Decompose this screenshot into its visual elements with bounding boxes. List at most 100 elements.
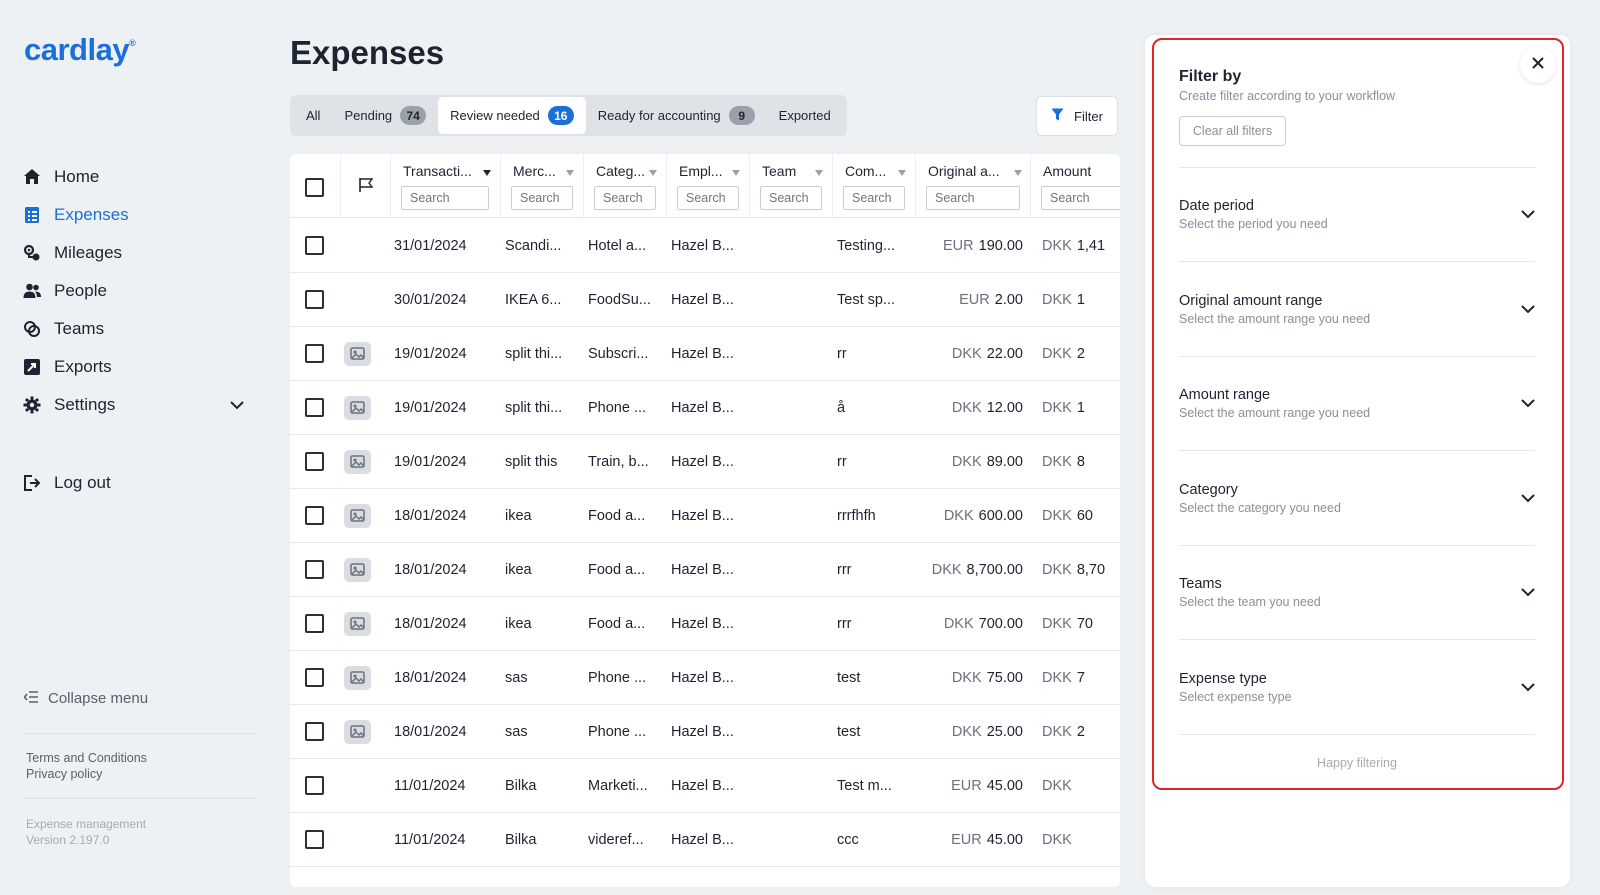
column-header-team[interactable]: Team: [749, 154, 832, 218]
receipt-icon[interactable]: [344, 650, 384, 705]
table-row[interactable]: 19/01/2024 split thi... Phone ... Hazel B..…: [290, 380, 1120, 435]
sort-caret-icon[interactable]: [649, 170, 657, 176]
select-all-checkbox[interactable]: [305, 178, 324, 197]
row-checkbox[interactable]: [305, 326, 335, 381]
receipt-icon[interactable]: [344, 326, 384, 381]
search-input-merchant[interactable]: [511, 186, 573, 210]
chevron-down-icon[interactable]: [1521, 301, 1535, 319]
brand-logo[interactable]: cardlay®: [24, 32, 136, 68]
search-input-category[interactable]: [594, 186, 656, 210]
search-input-original-amount[interactable]: [926, 186, 1020, 210]
table-row[interactable]: 18/01/2024 sas Phone ... Hazel B... test DKK 2…: [290, 704, 1120, 759]
column-header-merchant[interactable]: Merc...: [500, 154, 583, 218]
row-checkbox[interactable]: [305, 650, 335, 705]
sidebar-item-expenses[interactable]: Expenses: [22, 196, 252, 234]
amount-value: 70: [1076, 615, 1093, 632]
cell-date: 18/01/2024: [394, 669, 467, 686]
close-panel-button[interactable]: [1520, 47, 1556, 83]
chevron-down-icon[interactable]: [1521, 679, 1535, 697]
receipt-icon[interactable]: [344, 434, 384, 489]
currency-code: DKK: [1042, 615, 1072, 632]
filter-section[interactable]: Category Select the category you need: [1179, 482, 1535, 532]
sort-caret-icon[interactable]: [898, 170, 906, 176]
sort-caret-icon[interactable]: [566, 170, 574, 176]
table-row[interactable]: 11/01/2024 Bilka videref... Hazel B... ccc EU…: [290, 812, 1120, 867]
sidebar-item-teams[interactable]: Teams: [22, 310, 252, 348]
cell-team: [754, 704, 829, 759]
chevron-down-icon[interactable]: [1521, 395, 1535, 413]
sort-caret-icon[interactable]: [1014, 170, 1022, 176]
chevron-down-icon[interactable]: [1521, 490, 1535, 508]
search-input-transaction[interactable]: [401, 186, 489, 210]
table-row[interactable]: 19/01/2024 split thi... Subscri... Hazel B.…: [290, 326, 1120, 381]
tab-all[interactable]: All: [294, 97, 332, 134]
column-header-employee[interactable]: Empl...: [666, 154, 749, 218]
chevron-down-icon[interactable]: [1521, 206, 1535, 224]
table-row[interactable]: 30/01/2024 IKEA 6... FoodSu... Hazel B... Te…: [290, 272, 1120, 327]
filter-section[interactable]: Date period Select the period you need: [1179, 198, 1535, 248]
filter-section[interactable]: Teams Select the team you need: [1179, 576, 1535, 626]
receipt-icon[interactable]: [344, 596, 384, 651]
search-input-employee[interactable]: [677, 186, 739, 210]
logout-button[interactable]: Log out: [22, 464, 252, 502]
chevron-down-icon[interactable]: [1521, 584, 1535, 602]
cell-merchant: Bilka: [505, 831, 537, 848]
receipt-icon[interactable]: [344, 542, 384, 597]
search-input-team[interactable]: [760, 186, 822, 210]
column-header-amount[interactable]: Amount: [1030, 154, 1120, 218]
table-row[interactable]: 18/01/2024 ikea Food a... Hazel B... rrrfhfh…: [290, 488, 1120, 543]
table-row[interactable]: 31/01/2024 Scandi... Hotel a... Hazel B... T…: [290, 218, 1120, 273]
sidebar-item-people[interactable]: People: [22, 272, 252, 310]
column-header-category[interactable]: Categ...: [583, 154, 666, 218]
table-row[interactable]: 19/01/2024 split this Train, b... Hazel B..…: [290, 434, 1120, 489]
terms-link[interactable]: Terms and Conditions: [26, 750, 147, 766]
filter-section[interactable]: Expense type Select expense type: [1179, 671, 1535, 721]
filter-section[interactable]: Original amount range Select the amount r…: [1179, 293, 1535, 343]
table-row[interactable]: 18/01/2024 sas Phone ... Hazel B... test DKK 7…: [290, 650, 1120, 705]
row-checkbox[interactable]: [305, 488, 335, 543]
sort-caret-icon[interactable]: [732, 170, 740, 176]
sidebar-item-settings[interactable]: Settings: [22, 386, 252, 424]
search-input-comment[interactable]: [843, 186, 905, 210]
tab-review-needed[interactable]: Review needed 16: [438, 97, 586, 134]
row-checkbox[interactable]: [305, 272, 335, 327]
clear-all-filters-button[interactable]: Clear all filters: [1179, 116, 1286, 146]
table-row[interactable]: 18/01/2024 ikea Food a... Hazel B... rrr DKK 8…: [290, 542, 1120, 597]
column-header-comment[interactable]: Com...: [832, 154, 915, 218]
tab-ready-for-accounting[interactable]: Ready for accounting 9: [586, 97, 767, 134]
column-header-transaction[interactable]: Transacti...: [390, 154, 500, 218]
row-checkbox[interactable]: [305, 704, 335, 759]
receipt-icon[interactable]: [344, 704, 384, 759]
receipt-icon[interactable]: [344, 380, 384, 435]
sidebar-item-home[interactable]: Home: [22, 158, 252, 196]
tab-exported[interactable]: Exported: [767, 97, 843, 134]
row-checkbox[interactable]: [305, 380, 335, 435]
search-input-amount[interactable]: [1041, 186, 1120, 210]
flag-icon[interactable]: [358, 177, 374, 198]
filter-button[interactable]: Filter: [1036, 96, 1118, 136]
sort-caret-icon[interactable]: [815, 170, 823, 176]
row-checkbox[interactable]: [305, 596, 335, 651]
table-row[interactable]: 11/01/2024 Bilka Marketi... Hazel B... Test …: [290, 758, 1120, 813]
chevron-down-icon[interactable]: [230, 395, 244, 415]
cell-date: 30/01/2024: [394, 291, 467, 308]
column-header-original-amount[interactable]: Original a...: [915, 154, 1030, 218]
table-row[interactable]: 18/01/2024 ikea Food a... Hazel B... rrr DKK 7…: [290, 596, 1120, 651]
tab-pending[interactable]: Pending 74: [332, 97, 438, 134]
row-checkbox[interactable]: [305, 812, 335, 867]
cell-amount: DKK 70: [1042, 596, 1120, 651]
filter-section[interactable]: Amount range Select the amount range you …: [1179, 387, 1535, 437]
row-checkbox[interactable]: [305, 542, 335, 597]
collapse-menu-button[interactable]: Collapse menu: [23, 690, 148, 707]
receipt-icon[interactable]: [344, 488, 384, 543]
currency-code: DKK: [1042, 669, 1072, 686]
row-checkbox[interactable]: [305, 218, 335, 273]
sidebar-item-mileages[interactable]: Mileages: [22, 234, 252, 272]
row-checkbox[interactable]: [305, 758, 335, 813]
cell-category: videref...: [588, 831, 644, 848]
sort-caret-icon[interactable]: [483, 170, 491, 176]
cell-employee: Hazel B...: [671, 291, 734, 308]
privacy-link[interactable]: Privacy policy: [26, 766, 147, 782]
sidebar-item-exports[interactable]: Exports: [22, 348, 252, 386]
row-checkbox[interactable]: [305, 434, 335, 489]
